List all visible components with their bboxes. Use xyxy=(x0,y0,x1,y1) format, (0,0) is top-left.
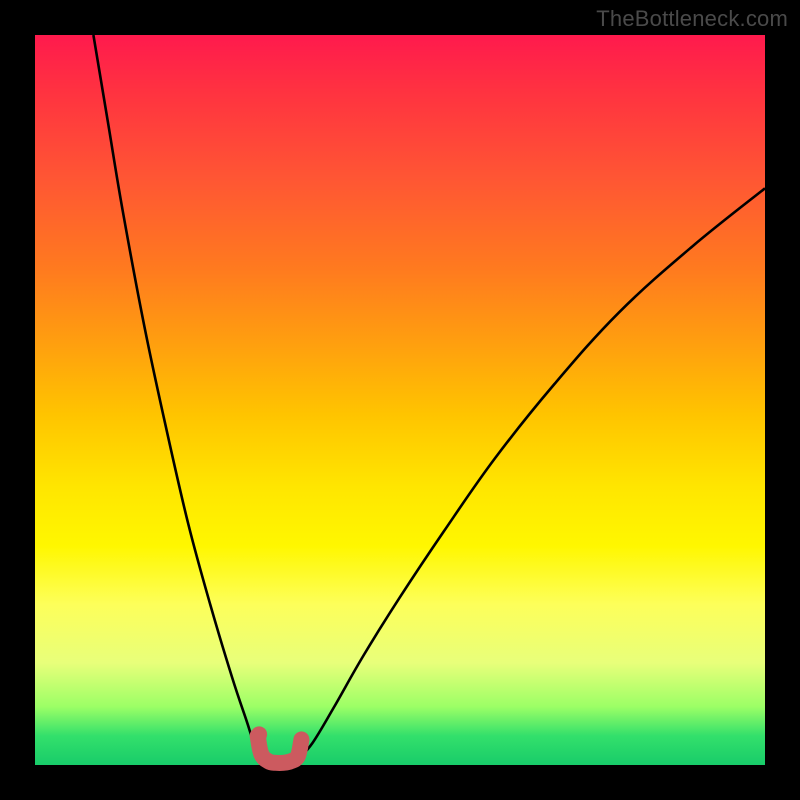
curve-layer xyxy=(35,35,765,765)
chart-frame: TheBottleneck.com xyxy=(0,0,800,800)
plot-area xyxy=(35,35,765,765)
series-right-branch xyxy=(298,188,765,759)
annotations xyxy=(251,726,267,742)
series-left-branch xyxy=(93,35,268,759)
watermark-text: TheBottleneck.com xyxy=(596,6,788,32)
